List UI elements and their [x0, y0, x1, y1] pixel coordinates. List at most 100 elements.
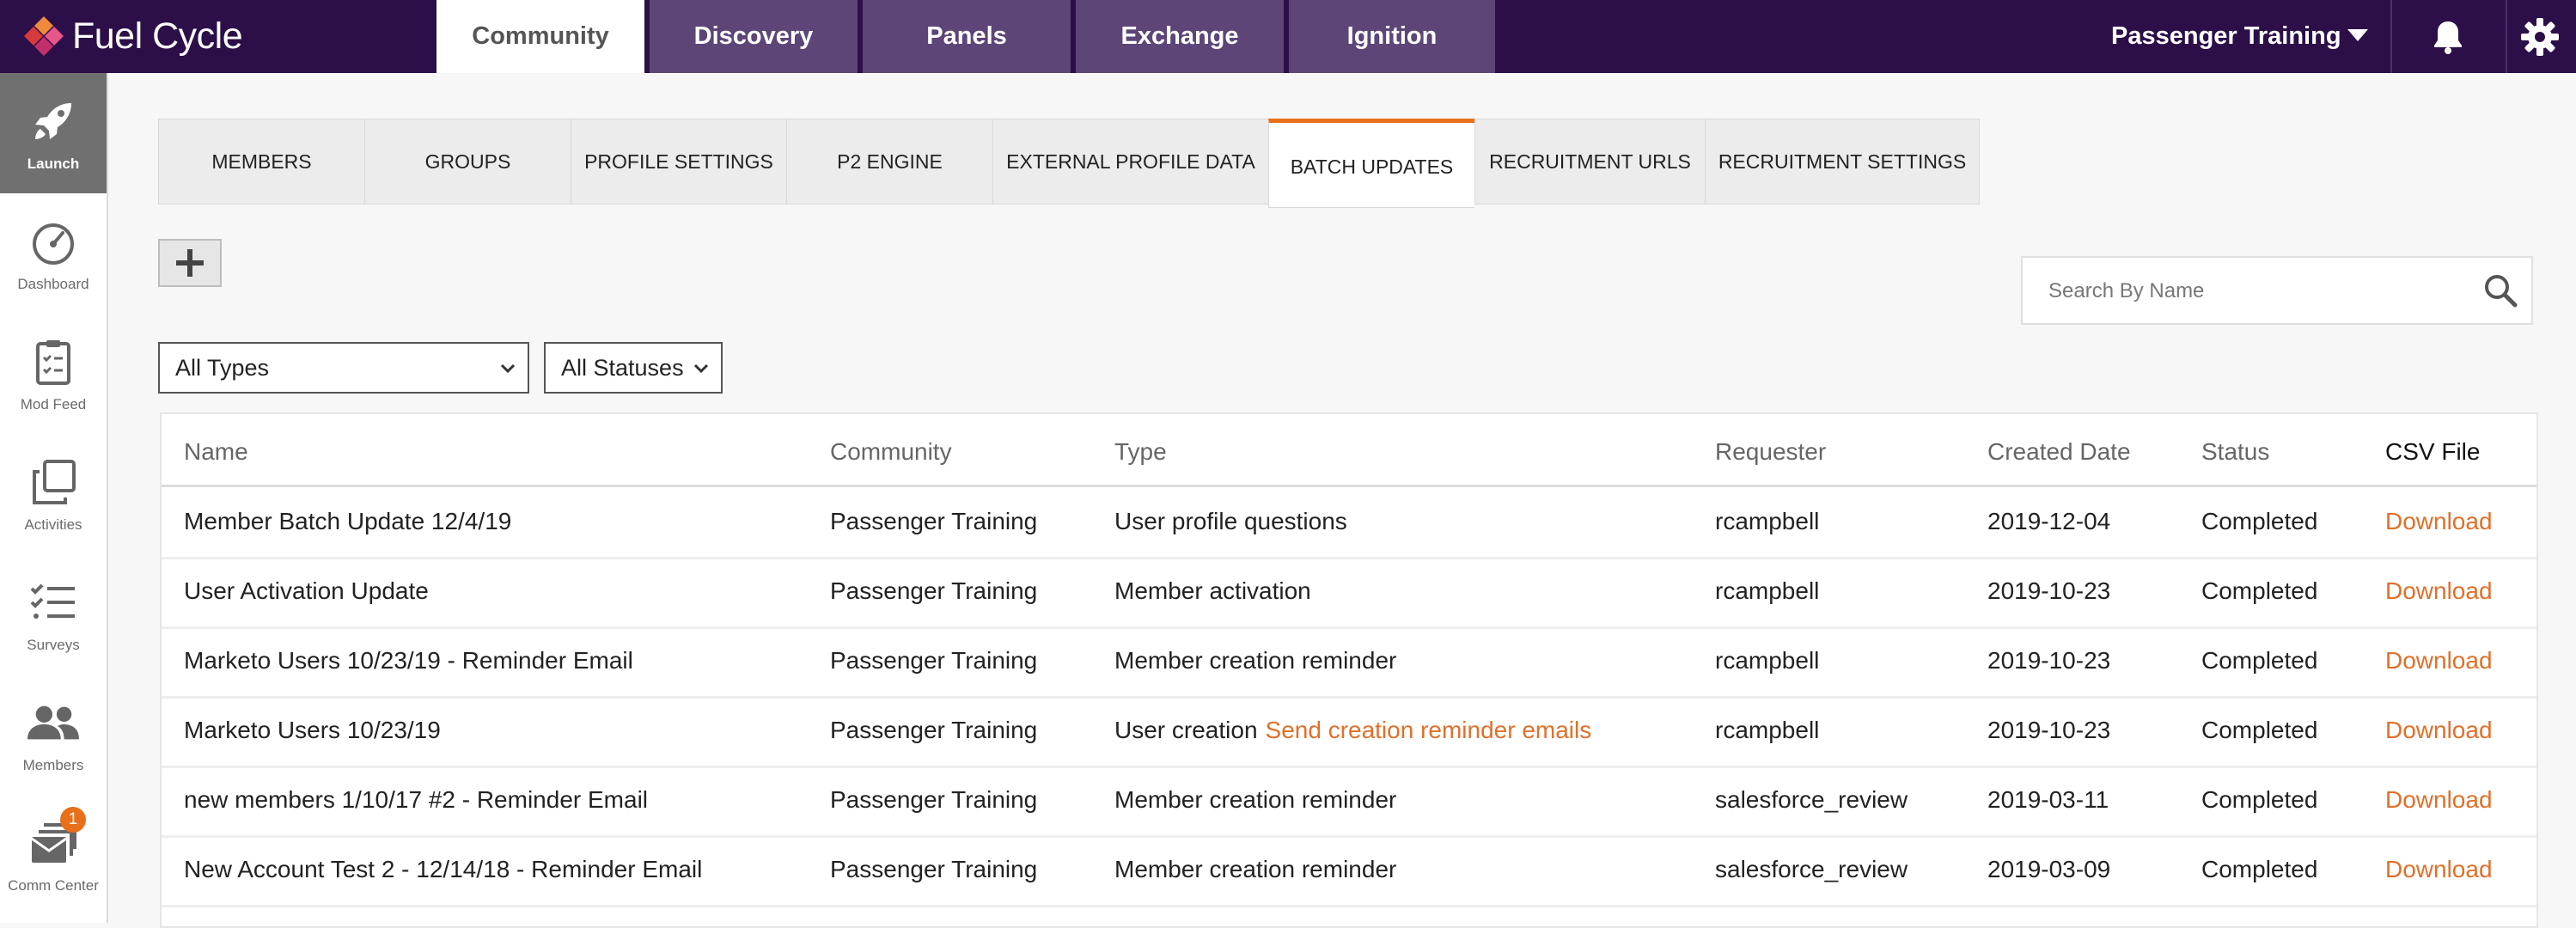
- top-tab-community[interactable]: Community: [436, 0, 644, 73]
- notification-badge: 1: [60, 807, 86, 833]
- sidebar-item-dashboard[interactable]: Dashboard: [0, 193, 107, 314]
- tab-recruitment-settings[interactable]: RECRUITMENT SETTINGS: [1705, 119, 1980, 205]
- brand-logo[interactable]: Fuel Cycle: [24, 12, 243, 60]
- download-csv-link[interactable]: Download: [2385, 856, 2493, 883]
- tab-members[interactable]: MEMBERS: [158, 119, 364, 205]
- top-tab-discovery[interactable]: Discovery: [650, 0, 858, 73]
- cell-status: Completed: [2201, 508, 2318, 534]
- tab-batch-updates[interactable]: BATCH UPDATES: [1268, 119, 1474, 208]
- cell-type: Member creation reminder: [1114, 647, 1397, 674]
- cell-requester: rcampbell: [1715, 577, 1820, 604]
- bell-icon: [2434, 21, 2462, 54]
- cell-name: Marketo Users 10/23/19 - Reminder Email: [184, 647, 633, 674]
- tab-p2-engine[interactable]: P2 ENGINE: [786, 119, 992, 205]
- send-reminder-link[interactable]: Send creation reminder emails: [1266, 717, 1592, 743]
- cell-created-date: 2019-10-23: [1987, 647, 2111, 674]
- table-row: Marketo Users 10/23/19 Passenger Training…: [162, 696, 2536, 768]
- column-header-community[interactable]: Community: [830, 438, 952, 466]
- cell-type: User creation Send creation reminder emai…: [1114, 717, 1591, 744]
- tab-label: EXTERNAL PROFILE DATA: [1006, 150, 1255, 173]
- account-switcher[interactable]: Passenger Training: [2062, 0, 2390, 73]
- top-tab-ignition[interactable]: Ignition: [1289, 0, 1495, 73]
- sidebar-item-mod-feed[interactable]: Mod Feed: [0, 314, 107, 434]
- sidebar-item-activities[interactable]: Activities: [0, 434, 107, 554]
- search-box: [2021, 256, 2533, 325]
- gauge-icon: [27, 216, 79, 267]
- divider: [2506, 0, 2507, 73]
- batch-updates-table: Name Community Type Requester Created Da…: [160, 412, 2538, 928]
- download-csv-link[interactable]: Download: [2385, 717, 2493, 744]
- cell-created-date: 2019-10-23: [1987, 717, 2111, 743]
- column-header-type[interactable]: Type: [1114, 438, 1167, 466]
- sidebar-item-label: Comm Center: [8, 877, 99, 894]
- sidebar-item-label: Activities: [24, 516, 82, 533]
- cell-created-date: 2019-12-04: [1987, 508, 2111, 534]
- tab-label: PROFILE SETTINGS: [584, 150, 773, 173]
- chevron-down-icon: [693, 363, 709, 374]
- top-tab-exchange[interactable]: Exchange: [1076, 0, 1284, 73]
- tab-profile-settings[interactable]: PROFILE SETTINGS: [571, 119, 786, 205]
- plus-icon: [176, 249, 204, 277]
- top-navigation-bar: Fuel Cycle Community Discovery Panels Ex…: [0, 0, 2576, 73]
- cell-status: Completed: [2201, 856, 2318, 882]
- sidebar-item-label: Dashboard: [17, 276, 89, 292]
- add-batch-update-button[interactable]: [158, 239, 222, 287]
- cell-type: Member creation reminder: [1114, 786, 1397, 813]
- download-csv-link[interactable]: Download: [2385, 508, 2493, 535]
- sidebar-item-label: Launch: [27, 156, 80, 172]
- chevron-down-icon: [500, 363, 516, 374]
- clipboard-icon: [27, 336, 79, 388]
- top-tab-label: Exchange: [1120, 22, 1239, 50]
- tab-groups[interactable]: GROUPS: [364, 119, 571, 205]
- tab-label: MEMBERS: [211, 150, 312, 173]
- column-header-requester[interactable]: Requester: [1715, 438, 1826, 466]
- notifications-button[interactable]: [2418, 0, 2478, 73]
- settings-button[interactable]: [2510, 0, 2570, 73]
- checklist-icon: [27, 577, 79, 628]
- tab-external-profile-data[interactable]: EXTERNAL PROFILE DATA: [992, 119, 1268, 205]
- search-input[interactable]: [2047, 258, 2463, 325]
- sidebar-item-comm-center[interactable]: 1 Comm Center: [0, 795, 107, 915]
- cell-name: User Activation Update: [184, 577, 429, 604]
- tab-recruitment-urls[interactable]: RECRUITMENT URLS: [1474, 119, 1705, 205]
- cell-created-date: 2019-03-11: [1987, 786, 2109, 813]
- cell-community: Passenger Training: [830, 856, 1038, 882]
- download-csv-link[interactable]: Download: [2385, 577, 2493, 605]
- fuel-cycle-logo-icon: [24, 16, 64, 56]
- top-tab-label: Discovery: [693, 22, 814, 50]
- sidebar-item-launch[interactable]: Launch: [0, 73, 107, 193]
- sidebar-item-members[interactable]: Members: [0, 675, 107, 795]
- tab-label: P2 ENGINE: [837, 150, 943, 173]
- gear-icon: [2521, 17, 2559, 56]
- cell-requester: rcampbell: [1715, 647, 1820, 674]
- account-name: Passenger Training: [2111, 22, 2341, 50]
- column-header-csv-file: CSV File: [2385, 438, 2481, 465]
- selected-value: All Types: [175, 354, 270, 381]
- top-tab-panels[interactable]: Panels: [863, 0, 1071, 73]
- community-subtabs: MEMBERS GROUPS PROFILE SETTINGS P2 ENGIN…: [158, 119, 1980, 208]
- search-icon[interactable]: [2483, 273, 2518, 308]
- type-filter-select[interactable]: All Types: [158, 342, 529, 394]
- column-header-name[interactable]: Name: [184, 438, 248, 466]
- table-row: Marketo Users 10/23/19 - Reminder Email P…: [162, 626, 2536, 699]
- sidebar-item-label: Surveys: [27, 637, 80, 653]
- sidebar-item-surveys[interactable]: Surveys: [0, 554, 107, 675]
- column-header-created-date[interactable]: Created Date: [1987, 438, 2131, 466]
- download-csv-link[interactable]: Download: [2385, 786, 2493, 814]
- copy-icon: [27, 456, 79, 508]
- sidebar-item-label: Mod Feed: [20, 396, 87, 412]
- column-header-status[interactable]: Status: [2201, 438, 2269, 466]
- cell-name: Marketo Users 10/23/19: [184, 717, 441, 743]
- cell-community: Passenger Training: [830, 577, 1038, 604]
- type-label: User creation: [1114, 717, 1258, 743]
- cell-status: Completed: [2201, 647, 2318, 674]
- users-icon: [27, 697, 79, 748]
- table-row: Member Batch Update 12/4/19 Passenger Tra…: [162, 487, 2536, 559]
- top-tab-label: Ignition: [1346, 22, 1438, 50]
- cell-name: Member Batch Update 12/4/19: [184, 508, 512, 534]
- cell-created-date: 2019-10-23: [1987, 577, 2111, 604]
- status-filter-select[interactable]: All Statuses: [544, 342, 723, 394]
- tab-label: BATCH UPDATES: [1290, 155, 1454, 178]
- table-row: User Activation Update Passenger Training…: [162, 557, 2536, 629]
- download-csv-link[interactable]: Download: [2385, 647, 2493, 675]
